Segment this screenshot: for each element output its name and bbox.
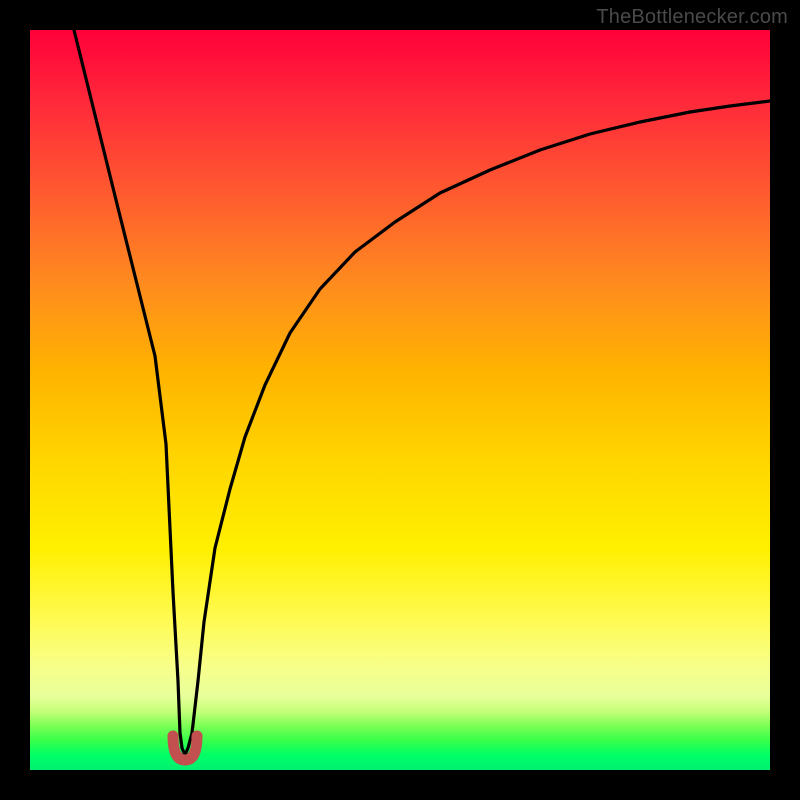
- chart-frame: TheBottlenecker.com: [0, 0, 800, 800]
- watermark: TheBottlenecker.com: [596, 6, 788, 29]
- min-marker: [173, 736, 197, 760]
- bottleneck-curve: [74, 30, 770, 755]
- plot-area: [30, 30, 770, 770]
- bottleneck-chart: [30, 30, 770, 770]
